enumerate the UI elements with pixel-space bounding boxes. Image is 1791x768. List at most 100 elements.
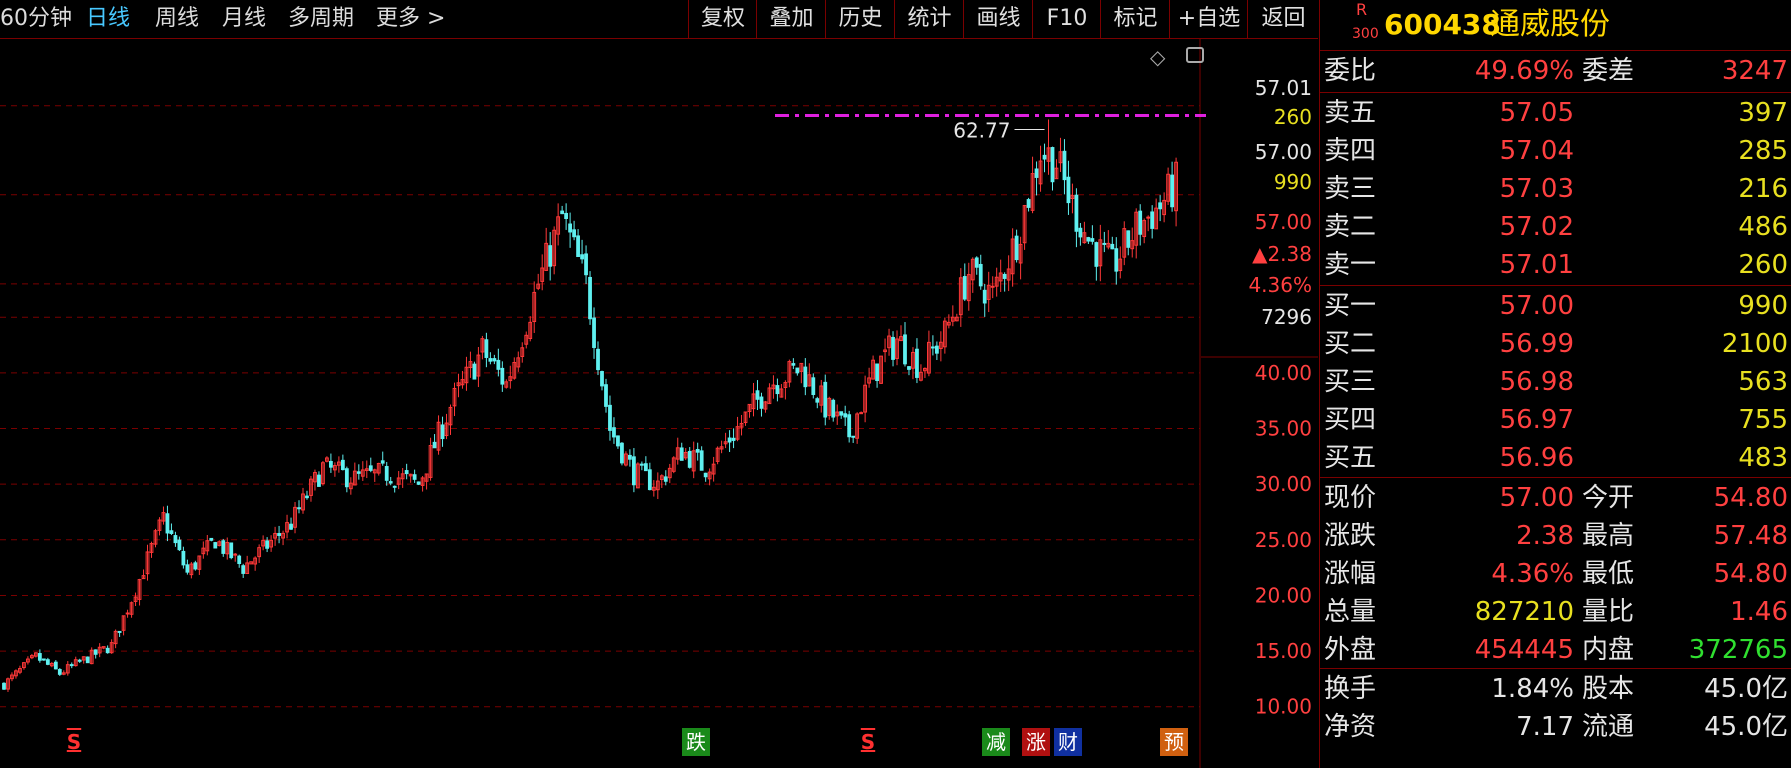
- candle-body: [317, 474, 321, 487]
- candle-body: [289, 523, 293, 530]
- overlay-change-pct: 4.36%: [1248, 273, 1312, 297]
- ask-row[interactable]: 卖五 57.05 397: [1320, 94, 1791, 132]
- signal-s-2[interactable]: S: [858, 728, 878, 756]
- bid-row[interactable]: 买一 57.00 990: [1320, 287, 1791, 325]
- candle-body: [1170, 174, 1174, 208]
- weibi-row: 委比 49.69% 委差 3247: [1320, 52, 1791, 90]
- draw-button[interactable]: 画线: [963, 0, 1033, 38]
- diamond-icon[interactable]: ◇: [1150, 45, 1165, 69]
- mark-button[interactable]: 标记: [1100, 0, 1170, 38]
- ask-row[interactable]: 卖一 57.01 260: [1320, 246, 1791, 284]
- weicha-label: 委差: [1582, 56, 1635, 86]
- candle-body: [277, 533, 281, 536]
- stat-label: 最低: [1582, 559, 1635, 589]
- stock-title[interactable]: R 300 600438 通威股份: [1320, 0, 1791, 50]
- period-weekly[interactable]: 周线: [155, 4, 199, 34]
- signal-yu[interactable]: 预: [1160, 728, 1188, 756]
- signal-die[interactable]: 跌: [682, 728, 710, 756]
- divider: [1320, 92, 1791, 93]
- period-monthly[interactable]: 月线: [222, 4, 266, 34]
- candle-body: [412, 474, 417, 480]
- candle-body: [77, 659, 82, 662]
- candle-body: [1146, 216, 1151, 219]
- candle-body: [727, 437, 732, 443]
- candle-body: [392, 485, 397, 488]
- candle-body: [572, 229, 576, 238]
- ask-label: 卖五: [1324, 98, 1377, 128]
- candle-body: [53, 661, 58, 670]
- stat-label: 净资: [1324, 712, 1377, 742]
- signal-s[interactable]: S: [64, 728, 84, 756]
- candle-body: [404, 470, 409, 475]
- bid-row[interactable]: 买五 56.96 483: [1320, 439, 1791, 477]
- divider: [1320, 285, 1791, 286]
- candle-body: [229, 542, 234, 559]
- candle-body: [596, 348, 600, 371]
- signal-zhang[interactable]: 涨: [1022, 728, 1050, 756]
- stock-code: 600438: [1384, 8, 1501, 41]
- bid-volume: 990: [1738, 291, 1788, 321]
- bid-row[interactable]: 买四 56.97 755: [1320, 401, 1791, 439]
- add-watchlist-button[interactable]: +自选: [1169, 0, 1248, 38]
- candle-body: [823, 381, 828, 418]
- candle-body: [759, 396, 764, 409]
- candle-body: [117, 630, 122, 633]
- bid-row[interactable]: 买二 56.99 2100: [1320, 325, 1791, 363]
- ask-price: 57.04: [1499, 136, 1574, 166]
- price-tick-label: 35.00: [1255, 417, 1312, 441]
- signal-jian[interactable]: 减: [982, 728, 1010, 756]
- period-multi[interactable]: 多周期: [288, 4, 354, 34]
- candle-body: [1114, 248, 1119, 272]
- stat-label: 外盘: [1324, 635, 1377, 665]
- price-tick-label: 25.00: [1255, 528, 1312, 552]
- ask-row[interactable]: 卖四 57.04 285: [1320, 132, 1791, 170]
- candle-body: [1042, 154, 1047, 160]
- window-toggle-icon[interactable]: [1186, 47, 1204, 63]
- period-60min[interactable]: 60分钟: [0, 4, 72, 34]
- ask-label: 卖四: [1324, 136, 1377, 166]
- candle-body: [560, 210, 565, 215]
- bid-row[interactable]: 买三 56.98 563: [1320, 363, 1791, 401]
- period-daily[interactable]: 日线: [86, 4, 130, 34]
- kline-chart[interactable]: 45.0040.0035.0030.0025.0020.0015.0010.00…: [0, 39, 1318, 768]
- weibi-label: 委比: [1324, 56, 1377, 86]
- candle-body: [185, 564, 190, 573]
- ask-price: 57.03: [1499, 174, 1574, 204]
- ask-row[interactable]: 卖三 57.03 216: [1320, 170, 1791, 208]
- candle-body: [344, 468, 349, 488]
- candle-body: [1086, 237, 1091, 242]
- bid-price: 56.97: [1499, 405, 1574, 435]
- stat-label: 今开: [1582, 483, 1635, 513]
- overlay-button[interactable]: 叠加: [756, 0, 826, 38]
- weibi-value: 49.69%: [1474, 56, 1574, 86]
- ask-label: 卖三: [1324, 174, 1377, 204]
- stat-value: 7.17: [1516, 712, 1574, 742]
- candle-body: [791, 363, 796, 366]
- candle-body: [647, 469, 652, 491]
- stat-value: 1.46: [1730, 597, 1788, 627]
- f10-button[interactable]: F10: [1032, 0, 1101, 38]
- history-button[interactable]: 历史: [825, 0, 895, 38]
- margin-flag: R: [1356, 0, 1368, 19]
- candle-body: [105, 647, 110, 654]
- adjust-button[interactable]: 复权: [688, 0, 757, 38]
- stat-label: 股本: [1582, 674, 1635, 704]
- candle-body: [643, 463, 648, 472]
- ask-row[interactable]: 卖二 57.02 486: [1320, 208, 1791, 246]
- period-more[interactable]: 更多 >: [376, 4, 445, 34]
- divider: [1320, 477, 1791, 478]
- signal-cai[interactable]: 财: [1054, 728, 1082, 756]
- candle-body: [564, 212, 569, 219]
- grid-lines: [0, 39, 1201, 768]
- bid-volume: 755: [1738, 405, 1788, 435]
- candle-body: [1014, 235, 1019, 261]
- kline-chart-svg[interactable]: 45.0040.0035.0030.0025.0020.0015.0010.00…: [0, 39, 1318, 768]
- chart-overlays: 57.01 260 57.00 990 57.00 ▲2.38 4.36% 7296 62.77: [775, 67, 1318, 358]
- weicha-value: 3247: [1721, 56, 1788, 86]
- stock-name: 通威股份: [1490, 7, 1610, 42]
- back-button[interactable]: 返回: [1247, 0, 1319, 38]
- stats-button[interactable]: 统计: [894, 0, 964, 38]
- stat-row: 外盘 454445 内盘 372765: [1320, 631, 1791, 669]
- candle-body: [233, 553, 238, 556]
- candle-body: [604, 384, 608, 407]
